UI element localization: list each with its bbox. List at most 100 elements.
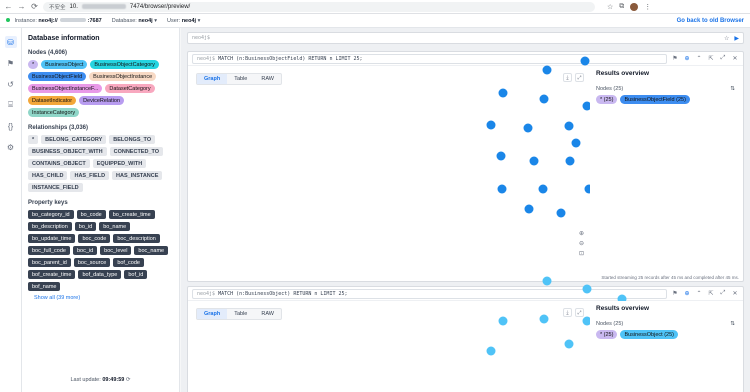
property-key-chip[interactable]: bof_name — [28, 282, 61, 291]
back-icon[interactable]: ← — [4, 2, 13, 11]
property-key-chip[interactable]: bo_code — [76, 210, 106, 219]
relationship-chip[interactable]: BELONG_CATEGORY — [41, 135, 107, 144]
property-key-chip[interactable]: bo_description — [28, 222, 72, 231]
graph-node[interactable] — [542, 65, 552, 75]
property-key-chip[interactable]: boc_source — [73, 258, 111, 267]
graph-node[interactable] — [542, 276, 552, 286]
profile-avatar[interactable] — [630, 2, 639, 11]
graph-node[interactable] — [538, 184, 548, 194]
node-label-chip[interactable]: BusinessObjectInstance — [89, 72, 157, 81]
book-icon[interactable]: ⌸ — [5, 99, 17, 111]
sort-icon[interactable]: ⇅ — [730, 321, 735, 327]
node-label-chip[interactable]: * — [28, 60, 39, 69]
rerun-icon[interactable]: ⊕ — [683, 290, 691, 297]
run-icon[interactable]: ▶ — [734, 35, 739, 42]
graph-node[interactable] — [565, 156, 575, 166]
tab-table[interactable]: Table — [227, 74, 254, 84]
expand-icon[interactable]: ⤢ — [719, 290, 727, 297]
extensions-icon[interactable]: ⧉ — [619, 3, 624, 11]
menu-icon[interactable]: ⋮ — [644, 3, 651, 11]
cypher-editor[interactable]: neo4j$ ☆ ▶ — [187, 32, 744, 44]
graph-node[interactable] — [582, 284, 592, 294]
relationship-chip[interactable]: BELONGS_TO — [109, 135, 156, 144]
tab-raw[interactable]: RAW — [254, 309, 281, 319]
graph-node[interactable] — [539, 94, 549, 104]
graph-node[interactable] — [523, 123, 533, 133]
download-icon[interactable]: ⤓ — [563, 73, 572, 82]
node-label-chip[interactable]: DatasetIndicator — [28, 96, 77, 105]
reload-icon[interactable]: ⟳ — [30, 2, 39, 11]
tab-raw[interactable]: RAW — [254, 74, 281, 84]
tab-graph[interactable]: Graph — [197, 309, 228, 319]
property-key-chip[interactable]: bof_create_time — [28, 270, 76, 279]
collapse-icon[interactable]: ⌃ — [695, 55, 703, 62]
relationship-chip[interactable]: HAS_INSTANCE — [112, 171, 163, 180]
relationship-chip[interactable]: EQUIPPED_WITH — [92, 159, 147, 168]
node-label-chip[interactable]: BusinessObject — [41, 60, 88, 69]
forward-icon[interactable]: → — [17, 2, 26, 11]
collapse-icon[interactable]: ⌃ — [695, 290, 703, 297]
node-label-chip[interactable]: InstanceCategory — [28, 108, 80, 117]
node-label-chip[interactable]: BusinessObjectInstanceF... — [28, 84, 103, 93]
download-icon[interactable]: ⤓ — [563, 308, 572, 317]
property-key-chip[interactable]: bo_create_time — [108, 210, 155, 219]
graph-node[interactable] — [524, 204, 534, 214]
property-key-chip[interactable]: bof_code — [113, 258, 144, 267]
zoom-out-icon[interactable]: ⊖ — [579, 240, 584, 247]
relationship-chip[interactable]: CONTAINS_OBJECT — [28, 159, 90, 168]
settings-icon[interactable]: ⚙ — [5, 141, 17, 153]
history-icon[interactable]: ↺ — [5, 78, 17, 90]
relationship-chip[interactable]: BUSINESS_OBJECT_WITH — [28, 147, 107, 156]
graph-node[interactable] — [580, 56, 590, 66]
relationship-chip[interactable]: CONNECTED_TO — [109, 147, 164, 156]
overview-label-chip[interactable]: * (25) — [596, 330, 618, 339]
graph-node[interactable] — [498, 316, 508, 326]
refresh-icon[interactable]: ⟳ — [126, 377, 131, 383]
close-icon[interactable]: ✕ — [731, 55, 739, 62]
pin-icon[interactable]: ⇱ — [707, 290, 715, 297]
fullscreen-icon[interactable]: ⤢ — [575, 73, 584, 82]
fit-icon[interactable]: ⊡ — [579, 250, 584, 257]
sort-icon[interactable]: ⇅ — [730, 86, 735, 92]
bookmark-icon[interactable]: ⚑ — [671, 290, 679, 297]
property-key-chip[interactable]: boc_id — [72, 246, 98, 255]
user-info[interactable]: User: neo4j ▾ — [167, 18, 200, 24]
relationship-chip[interactable]: HAS_CHILD — [28, 171, 68, 180]
property-key-chip[interactable]: boc_level — [100, 246, 132, 255]
old-browser-link[interactable]: Go back to old Browser — [677, 18, 744, 24]
favorite-icon[interactable]: ☆ — [724, 35, 729, 42]
address-bar[interactable]: 不安全 10. 7474/browser/preview/ — [43, 1, 595, 12]
relationship-chip[interactable]: HAS_FIELD — [70, 171, 110, 180]
tab-table[interactable]: Table — [227, 309, 254, 319]
relationship-chip[interactable]: INSTANCE_FIELD — [28, 183, 83, 192]
property-key-chip[interactable]: bo_id — [74, 222, 97, 231]
property-key-chip[interactable]: boc_name — [134, 246, 169, 255]
star-icon[interactable]: ☆ — [607, 3, 613, 11]
node-label-chip[interactable]: BusinessObjectField — [28, 72, 87, 81]
graph-node[interactable] — [564, 121, 574, 131]
property-key-chip[interactable]: bof_data_type — [78, 270, 122, 279]
graph-visualization[interactable]: Graph Table RAW ⤓ ⤢ — [192, 276, 650, 392]
database-icon[interactable]: ⛁ — [4, 36, 17, 48]
graph-node[interactable] — [564, 339, 574, 349]
fullscreen-icon[interactable]: ⤢ — [575, 308, 584, 317]
frame-query[interactable]: neo4j$ MATCH (n:BusinessObject) RETURN n … — [192, 288, 667, 299]
graph-node[interactable] — [539, 314, 549, 324]
property-key-chip[interactable]: bof_id — [124, 270, 148, 279]
braces-icon[interactable]: {} — [5, 120, 17, 132]
property-key-chip[interactable]: bo_name — [99, 222, 131, 231]
database-selector[interactable]: Database: neo4j ▾ — [112, 18, 157, 24]
graph-node[interactable] — [571, 138, 581, 148]
graph-visualization[interactable]: Graph Table RAW ⤓ ⤢ ⊕ ⊖ ⊡ — [192, 56, 654, 270]
graph-node[interactable] — [486, 120, 496, 130]
property-key-chip[interactable]: boc_code — [78, 234, 111, 243]
overview-label-chip[interactable]: * (25) — [596, 95, 618, 104]
pin-icon[interactable]: ⇱ — [707, 55, 715, 62]
graph-node[interactable] — [496, 151, 506, 161]
rerun-icon[interactable]: ⊕ — [683, 55, 691, 62]
property-key-chip[interactable]: boc_description — [113, 234, 160, 243]
tab-graph[interactable]: Graph — [197, 74, 228, 84]
overview-label-chip[interactable]: BusinessObject (25) — [620, 330, 678, 339]
node-label-chip[interactable]: DatasetCategory — [105, 84, 155, 93]
property-key-chip[interactable]: bo_category_id — [28, 210, 74, 219]
